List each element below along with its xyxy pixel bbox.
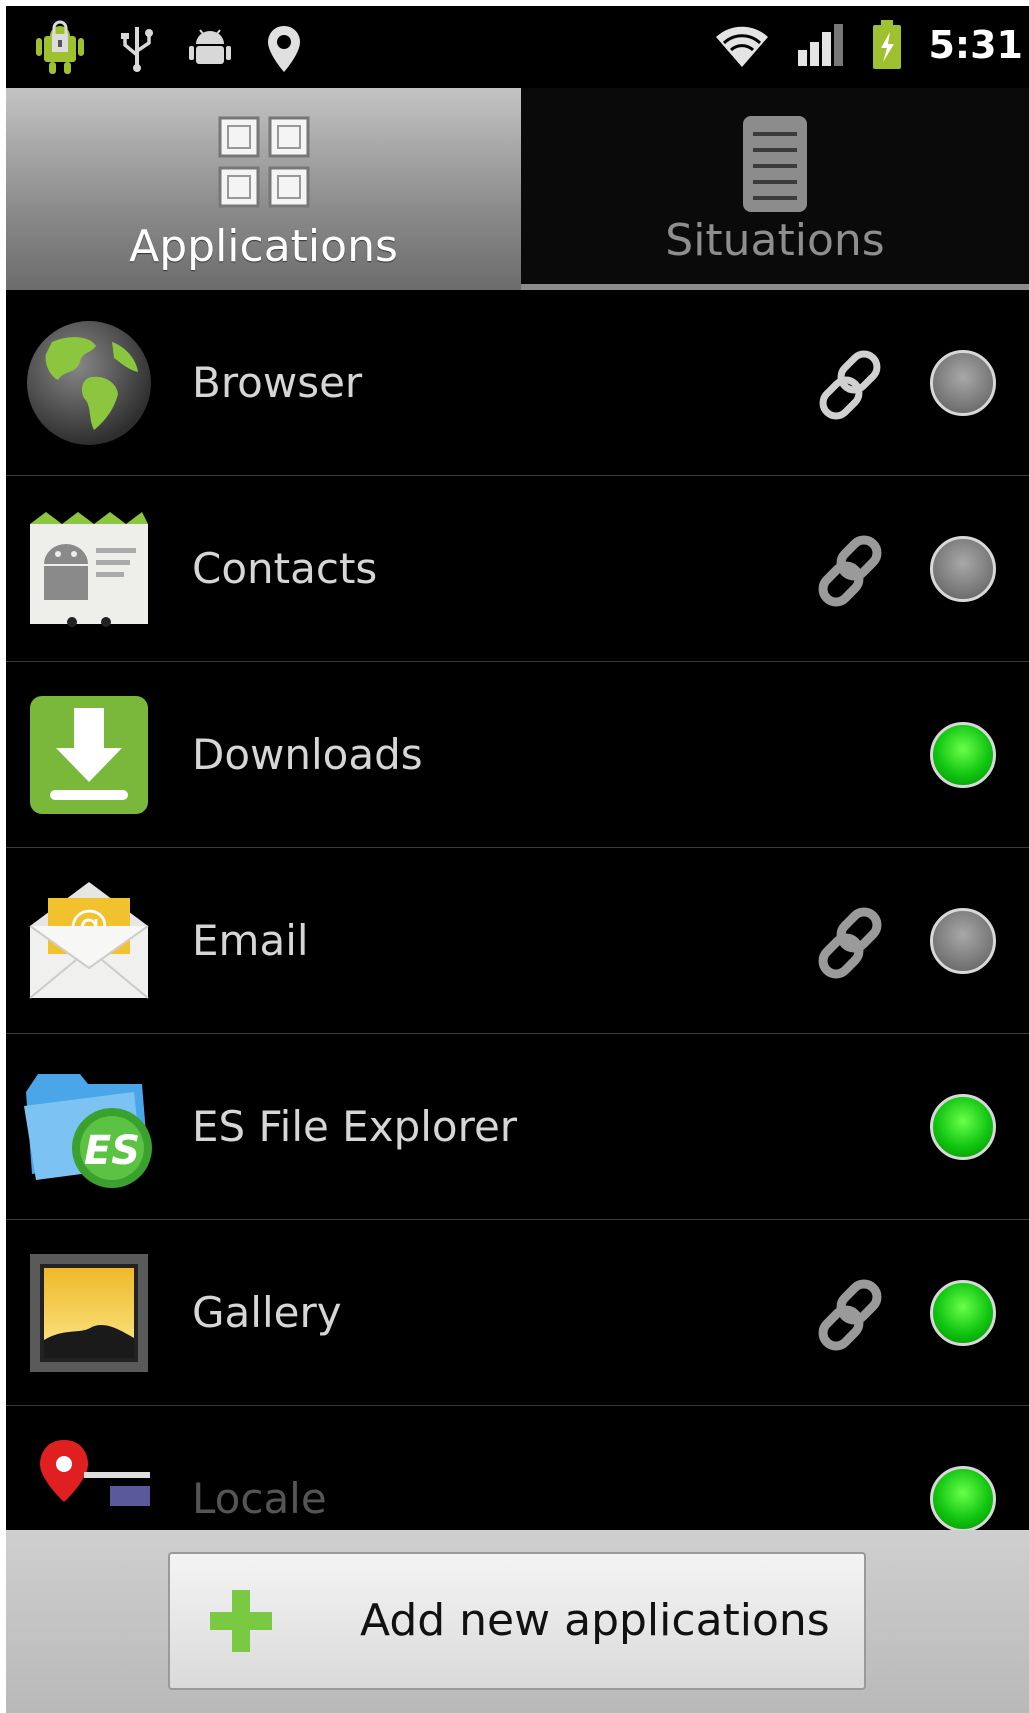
tab-applications[interactable]: Applications	[6, 88, 521, 290]
download-icon	[30, 696, 148, 814]
tab-bar: Applications Situations	[6, 88, 1029, 290]
status-toggle[interactable]	[930, 1094, 996, 1160]
app-name: Contacts	[192, 544, 378, 593]
app-list[interactable]: Browser Contacts Downloads @ Email ES ES…	[6, 290, 1029, 1530]
grid-icon	[218, 116, 309, 208]
phone-screen: 5:31 Applications Situations Browser Con…	[6, 6, 1029, 1713]
list-item-email[interactable]: @ Email	[6, 848, 1029, 1034]
list-item-gallery[interactable]: Gallery	[6, 1220, 1029, 1406]
list-icon	[743, 116, 807, 212]
status-time: 5:31	[928, 23, 1023, 67]
gallery-icon	[30, 1254, 148, 1372]
plus-icon	[210, 1590, 272, 1652]
link-icon[interactable]	[812, 346, 890, 424]
list-item-contacts[interactable]: Contacts	[6, 476, 1029, 662]
link-icon[interactable]	[812, 532, 890, 610]
battery-charging-icon	[873, 20, 902, 69]
app-name: ES File Explorer	[192, 1102, 518, 1151]
app-name: Browser	[192, 358, 363, 407]
svg-text:ES: ES	[84, 1128, 140, 1174]
status-toggle[interactable]	[930, 1466, 996, 1530]
wifi-icon	[716, 26, 769, 67]
tab-situations-label: Situations	[665, 215, 885, 266]
link-icon[interactable]	[812, 1276, 890, 1354]
globe-icon	[27, 321, 151, 445]
list-item-locale[interactable]: Locale	[6, 1406, 1029, 1530]
android-debug-icon	[189, 29, 231, 64]
add-applications-label: Add new applications	[360, 1595, 830, 1646]
es-file-explorer-icon: ES	[24, 1074, 152, 1188]
bottom-bar: Add new applications	[6, 1530, 1029, 1713]
android-lock-icon	[36, 20, 84, 74]
add-applications-button[interactable]: Add new applications	[168, 1552, 866, 1690]
list-item-downloads[interactable]: Downloads	[6, 662, 1029, 848]
app-name: Downloads	[192, 730, 423, 779]
status-toggle[interactable]	[930, 908, 996, 974]
tab-applications-label: Applications	[129, 221, 398, 272]
status-toggle[interactable]	[930, 536, 996, 602]
status-bar: 5:31	[6, 6, 1029, 88]
app-name: Gallery	[192, 1288, 342, 1337]
list-item-browser[interactable]: Browser	[6, 290, 1029, 476]
signal-icon	[798, 24, 844, 66]
location-pin-icon	[268, 26, 300, 72]
status-toggle[interactable]	[930, 1280, 996, 1346]
link-icon[interactable]	[812, 904, 890, 982]
email-icon: @	[29, 882, 149, 999]
status-toggle[interactable]	[930, 722, 996, 788]
locale-icon	[40, 1440, 150, 1506]
contacts-icon	[30, 512, 148, 627]
list-item-es-file-explorer[interactable]: ES ES File Explorer	[6, 1034, 1029, 1220]
status-toggle[interactable]	[930, 350, 996, 416]
app-name: Locale	[192, 1474, 327, 1523]
app-name: Email	[192, 916, 309, 965]
usb-icon	[121, 27, 153, 72]
tab-situations[interactable]: Situations	[521, 88, 1029, 290]
